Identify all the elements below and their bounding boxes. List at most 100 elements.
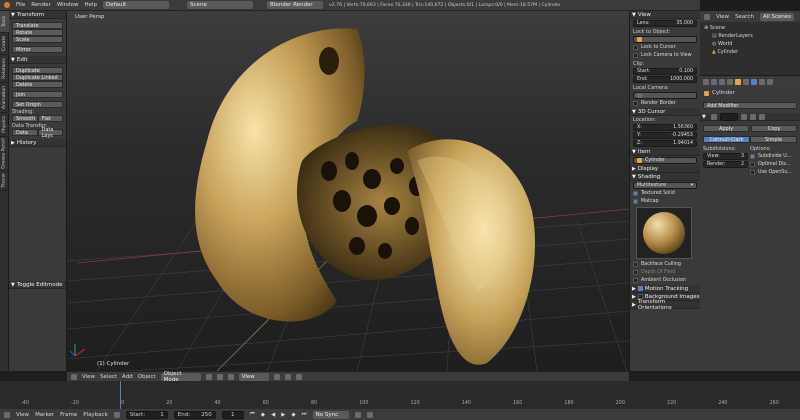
keyingset-icon[interactable] (366, 411, 373, 418)
textured-solid-checkbox[interactable]: Textured Solid (633, 190, 697, 197)
add-modifier-select[interactable]: Add Modifier (703, 102, 797, 109)
tab-grease-pencil[interactable]: Grease Pencil (0, 137, 9, 171)
outliner-editor-icon[interactable] (704, 13, 710, 20)
cursor-x-field[interactable]: X: 1.56360 (633, 124, 697, 131)
view-panel-header[interactable]: ▼ View (630, 11, 700, 19)
copy-button[interactable]: Copy (751, 125, 797, 132)
duplicate-button[interactable]: Duplicate (12, 67, 63, 74)
render-border-checkbox[interactable]: Render Border (633, 100, 697, 107)
modifier-wrench-icon[interactable] (751, 79, 757, 85)
start-frame-field[interactable]: Start: 1 (125, 410, 168, 419)
tab-create[interactable]: Create (0, 33, 9, 55)
clip-start-field[interactable]: Start: 0.100 (633, 68, 697, 75)
mode-selector[interactable]: Object Mode (160, 371, 201, 383)
render-levels-field[interactable]: Render: 2 (703, 161, 748, 168)
play-reverse-icon[interactable]: ◀ (271, 412, 275, 418)
outliner-item-renderlayers[interactable]: ▤ RenderLayers (704, 32, 796, 40)
keying-icon[interactable] (354, 411, 361, 418)
3d-cursor-panel-header[interactable]: ▼ 3D Cursor (630, 108, 700, 116)
prev-keyframe-icon[interactable]: ◆ (261, 412, 265, 418)
next-keyframe-icon[interactable]: ◆ (291, 412, 295, 418)
shading-panel-header[interactable]: ▼ Shading (630, 173, 700, 181)
simple-button[interactable]: Simple (750, 136, 797, 143)
layers-tab-icon[interactable] (711, 79, 717, 85)
data-button[interactable]: Data (12, 129, 38, 136)
timeline-menu-view[interactable]: View (16, 412, 29, 418)
outliner-menu-view[interactable]: View (716, 14, 729, 20)
lens-field[interactable]: Lens: 35.000 (633, 20, 697, 27)
local-camera-field[interactable] (633, 92, 697, 99)
scale-button[interactable]: Scale (12, 36, 63, 43)
lock-to-cursor-checkbox[interactable]: Lock to Cursor (633, 44, 697, 51)
tab-tissue[interactable]: Tissue (0, 171, 9, 191)
matcap-preview[interactable] (636, 207, 692, 259)
subsurf-modifier-header[interactable]: ▼ (700, 112, 800, 121)
tab-physics[interactable]: Physics (0, 113, 9, 137)
jump-end-icon[interactable]: ⏭ (302, 411, 307, 418)
outliner-item-world[interactable]: ◍ World (704, 40, 796, 48)
timeline[interactable]: -40 -20 0 20 40 60 80 100 120 140 160 18… (0, 381, 800, 409)
data-lays-button[interactable]: Data Lays (37, 127, 63, 139)
editmode-toggle-icon[interactable] (740, 113, 747, 120)
lock-object-field[interactable] (633, 36, 697, 43)
modifier-name-field[interactable] (719, 112, 738, 121)
layers-icon[interactable] (273, 373, 280, 380)
checkbox-box[interactable] (637, 286, 643, 291)
world-tab-icon[interactable] (727, 79, 733, 85)
menu-render[interactable]: Render (31, 2, 51, 8)
item-panel-header[interactable]: ▼ Item (630, 148, 700, 156)
last-operator-header[interactable]: ▼ Toggle Editmode (9, 281, 66, 289)
scene-tab-icon[interactable] (719, 79, 725, 85)
outliner-menu-search[interactable]: Search (735, 14, 754, 20)
timeline-menu-playback[interactable]: Playback (83, 412, 108, 418)
shading-mode-icon[interactable] (205, 373, 212, 380)
sync-mode-select[interactable]: No Sync (312, 410, 349, 419)
motion-tracking-header[interactable]: ▶ Motion Tracking (630, 285, 700, 293)
editor-type-icon[interactable] (71, 373, 77, 380)
current-frame-field[interactable]: 1 (221, 410, 244, 419)
orientation-selector[interactable]: View (238, 372, 269, 381)
record-icon[interactable] (113, 411, 120, 418)
lock-camera-checkbox[interactable]: Lock Camera to View (633, 52, 697, 59)
tab-animation[interactable]: Animation (0, 83, 9, 113)
translate-button[interactable]: Translate (12, 22, 63, 29)
rotate-button[interactable]: Rotate (12, 29, 63, 36)
cursor-y-field[interactable]: Y: -0.29453 (633, 132, 697, 139)
catmull-clark-button[interactable]: Catmull-Clark (703, 136, 750, 143)
optimal-display-checkbox[interactable]: Optimal Dis... (750, 161, 797, 168)
menu-file[interactable]: File (16, 2, 25, 8)
scene-selector[interactable]: Scene (187, 1, 254, 9)
subdivide-uvs-checkbox[interactable]: Subdivide U... (750, 153, 797, 160)
play-icon[interactable]: ▶ (281, 412, 285, 418)
blender-logo-icon[interactable] (4, 2, 10, 8)
use-opensubdiv-checkbox[interactable]: Use OpenSu... (750, 169, 797, 176)
render-preview-icon[interactable] (295, 373, 302, 380)
jump-start-icon[interactable]: ⏮ (250, 411, 255, 418)
tab-tools[interactable]: Tools (0, 11, 9, 33)
display-panel-header[interactable]: ▶ Display (630, 165, 700, 173)
screen-layout-selector[interactable]: Default (103, 1, 170, 9)
menu-help[interactable]: Help (85, 2, 98, 8)
ambient-occlusion-checkbox[interactable]: Ambient Occlusion (633, 277, 697, 284)
edit-panel-header[interactable]: ▼ Edit (9, 56, 66, 64)
viewport-menu-view[interactable]: View (82, 374, 95, 380)
smooth-button[interactable]: Smooth (12, 115, 38, 122)
snap-icon[interactable] (284, 373, 291, 380)
viewport-menu-select[interactable]: Select (100, 374, 117, 380)
backface-culling-checkbox[interactable]: Backface Culling (633, 261, 697, 268)
manipulator-icon[interactable] (227, 373, 234, 380)
mirror-button[interactable]: Mirror (12, 46, 63, 53)
transform-panel-header[interactable]: ▼ Transform (9, 11, 66, 19)
apply-button[interactable]: Apply (703, 125, 749, 132)
pivot-icon[interactable] (216, 373, 223, 380)
depth-of-field-checkbox[interactable]: Depth Of Field (633, 269, 697, 276)
set-origin-button[interactable]: Set Origin (12, 101, 63, 108)
item-name-field[interactable]: Cylinder (633, 157, 697, 164)
object-tab-icon[interactable] (735, 79, 741, 85)
outliner-item-scene[interactable]: ⊕ Scene (704, 24, 796, 32)
constraints-tab-icon[interactable] (743, 79, 749, 85)
viewport-menu-object[interactable]: Object (138, 374, 156, 380)
material-tab-icon[interactable] (767, 79, 773, 85)
data-tab-icon[interactable] (759, 79, 765, 85)
matcap-checkbox[interactable]: Matcap (633, 198, 697, 205)
